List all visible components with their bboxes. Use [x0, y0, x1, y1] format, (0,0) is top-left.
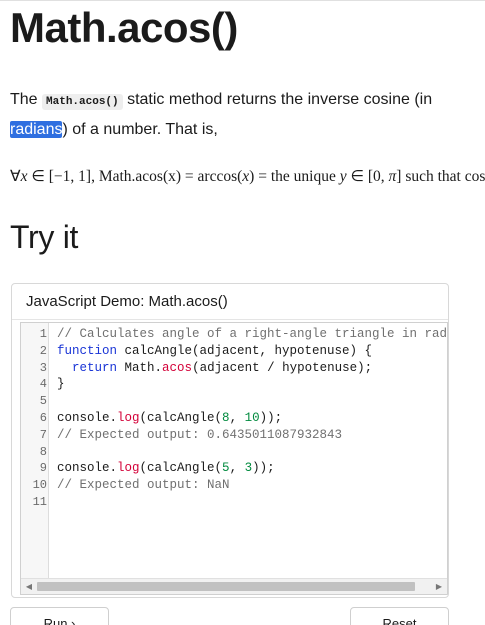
line-number: 1 — [39, 327, 47, 341]
code-line: 8 — [21, 444, 447, 461]
reset-button[interactable]: Reset — [350, 607, 449, 625]
code-token: Math. — [117, 360, 163, 375]
code-token: )); — [259, 410, 283, 425]
code-line: 3 return Math.acos(adjacent / hypotenuse… — [21, 360, 447, 377]
page-title: Math.acos() — [10, 4, 238, 51]
code-token: , — [229, 461, 245, 476]
line-number: 6 — [39, 410, 47, 425]
run-button[interactable]: Run › — [10, 607, 109, 625]
math-formula: ∀x ∈ [−1, 1], Math.acos(x) = arccos(x) =… — [10, 166, 485, 188]
formula-tail: ] such that cos(y) = x — [396, 168, 485, 185]
code-token: (calcAngle( — [139, 461, 223, 476]
line-number: 3 — [39, 360, 47, 375]
code-line: 6 console.log(calcAngle(8, 10)); — [21, 410, 447, 427]
code-line: 1 // Calculates angle of a right-angle tr… — [21, 326, 447, 343]
formula-x1: x — [20, 168, 28, 185]
line-number: 10 — [32, 478, 47, 493]
code-token: acos — [162, 360, 193, 375]
inline-code-method: Math.acos() — [42, 94, 123, 110]
intro-paragraph: The Math.acos() static method returns th… — [10, 86, 480, 143]
scroll-right-icon[interactable]: ▶ — [433, 581, 445, 593]
code-token: // Expected output: 0.6435011087932843 — [57, 427, 343, 442]
page: Math.acos() The Math.acos() static metho… — [0, 0, 485, 625]
line-code: function calcAngle(adjacent, hypotenuse)… — [57, 343, 372, 360]
line-number: 9 — [39, 461, 47, 476]
code-token: (adjacent / hypotenuse); — [192, 360, 373, 375]
code-token: (calcAngle( — [139, 410, 223, 425]
interactive-demo: JavaScript Demo: Math.acos() 1 // Calcula… — [11, 283, 449, 598]
intro-prefix: The — [10, 91, 43, 108]
line-code: console.log(calcAngle(8, 10)); — [57, 410, 282, 427]
formula-forall: ∀ — [10, 168, 21, 185]
line-code: } — [57, 376, 65, 393]
code-token: log — [117, 410, 140, 425]
section-heading-try-it: Try it — [10, 219, 79, 255]
code-line: 4} — [21, 376, 447, 393]
code-token: console. — [57, 461, 118, 476]
line-number: 7 — [39, 427, 47, 442]
code-editor[interactable]: 1 // Calculates angle of a right-angle tr… — [20, 322, 448, 595]
code-token: // Calculates angle of a right-angle tri… — [57, 327, 448, 341]
intro-suffix: ) of a number. That is, — [62, 121, 218, 138]
code-line: 2 function calcAngle(adjacent, hypotenuse… — [21, 343, 447, 360]
code-line: 7 // Expected output: 0.6435011087932843 — [21, 427, 447, 444]
formula-y: y — [339, 168, 347, 185]
top-divider — [0, 0, 485, 1]
line-number: 2 — [39, 343, 47, 358]
code-line: 11 — [21, 494, 447, 511]
formula-arg: (x) — [162, 168, 182, 185]
code-line: 5 — [21, 393, 447, 410]
code-token: log — [117, 461, 140, 476]
code-token: , — [229, 410, 245, 425]
line-code: return Math.acos(adjacent / hypotenuse); — [57, 360, 372, 377]
radians-link[interactable]: radians — [10, 121, 63, 138]
formula-in2: ∈ [0, — [346, 168, 389, 185]
code-token: return — [72, 360, 118, 375]
line-code: console.log(calcAngle(5, 3)); — [57, 460, 275, 477]
code-token: 5 — [222, 461, 230, 476]
line-number: 8 — [39, 444, 47, 459]
code-lines: 1 // Calculates angle of a right-angle tr… — [21, 326, 447, 511]
code-token: )); — [252, 461, 275, 476]
horizontal-scrollbar[interactable]: ◀ ▶ — [21, 578, 447, 594]
intro-middle: static method returns the inverse cosine… — [122, 91, 433, 108]
formula-eq1: = arccos( — [181, 168, 243, 185]
code-token: console. — [57, 410, 118, 425]
formula-eq2: ) = the unique — [249, 168, 340, 185]
code-token: calcAngle(adjacent, hypotenuse) { — [117, 343, 373, 358]
line-number: 5 — [39, 394, 47, 409]
code-line: 9 console.log(calcAngle(5, 3)); — [21, 460, 447, 477]
line-number: 4 — [39, 377, 47, 392]
scroll-left-icon[interactable]: ◀ — [23, 581, 35, 593]
code-line: 10 // Expected output: NaN — [21, 477, 447, 494]
line-code: // Expected output: NaN — [57, 477, 230, 494]
code-token: 10 — [244, 410, 260, 425]
code-token: } — [57, 377, 65, 392]
code-token: function — [57, 343, 118, 358]
scrollbar-thumb[interactable] — [37, 582, 415, 591]
code-token: // Expected output: NaN — [57, 478, 230, 493]
formula-in1: ∈ [−1, 1], Math.acos — [27, 168, 163, 185]
line-number: 11 — [32, 494, 47, 509]
code-token: 3 — [244, 461, 253, 476]
line-code: // Calculates angle of a right-angle tri… — [57, 326, 448, 343]
demo-title: JavaScript Demo: Math.acos() — [12, 284, 448, 320]
line-code: // Expected output: 0.6435011087932843 — [57, 427, 342, 444]
code-token: 8 — [222, 410, 230, 425]
